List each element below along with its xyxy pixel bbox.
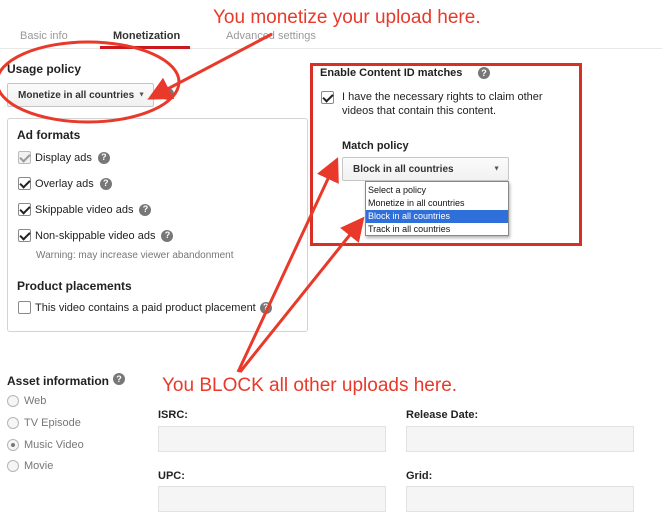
tab-advanced-settings[interactable]: Advanced settings — [226, 30, 316, 42]
usage-policy-value: Monetize in all countries — [18, 89, 135, 101]
isrc-input[interactable] — [158, 426, 386, 452]
isrc-label: ISRC: — [158, 409, 188, 421]
asset-type-tv-episode[interactable]: TV Episode — [7, 417, 81, 429]
overlay-ads-label: Overlay ads — [35, 177, 94, 190]
asset-information-title: Asset information — [7, 374, 110, 388]
asset-type-movie-label: Movie — [24, 460, 54, 472]
question-mark-icon[interactable]: ? — [478, 67, 490, 79]
middle-annotation-text: You BLOCK all other uploads here. — [162, 375, 458, 396]
option-track-all[interactable]: Track in all countries — [366, 223, 508, 236]
active-tab-indicator — [100, 46, 190, 49]
overlay-ads-checkbox[interactable] — [18, 177, 31, 190]
content-id-rights-text: I have the necessary rights to claim oth… — [342, 91, 543, 117]
top-annotation-arrow — [147, 32, 273, 100]
chevron-down-icon: ▼ — [138, 91, 145, 99]
usage-policy-title: Usage policy — [7, 62, 82, 76]
question-mark-icon[interactable]: ? — [97, 151, 110, 164]
ad-formats-title: Ad formats — [17, 128, 81, 142]
content-id-title: Enable Content ID matches — [320, 67, 463, 79]
product-placement-row: This video contains a paid product place… — [18, 301, 272, 314]
asset-type-movie-radio[interactable] — [7, 460, 19, 472]
non-skippable-ads-row: Non-skippable video ads ? — [18, 229, 174, 242]
match-policy-title: Match policy — [342, 140, 409, 152]
option-monetize-all[interactable]: Monetize in all countries — [366, 197, 508, 210]
display-ads-row: Display ads ? — [18, 151, 110, 164]
chevron-down-icon: ▼ — [493, 165, 500, 173]
skippable-ads-label: Skippable video ads — [35, 203, 134, 216]
usage-policy-select[interactable]: Monetize in all countries ▼ — [7, 83, 154, 107]
asset-type-web[interactable]: Web — [7, 395, 46, 407]
skippable-ads-checkbox[interactable] — [18, 203, 31, 216]
asset-type-web-radio[interactable] — [7, 395, 19, 407]
product-placements-title: Product placements — [17, 279, 132, 293]
asset-type-tv-episode-radio[interactable] — [7, 417, 19, 429]
upc-input[interactable] — [158, 486, 386, 512]
release-date-label: Release Date: — [406, 409, 479, 421]
question-mark-icon[interactable]: ? — [259, 301, 272, 314]
abandonment-warning: Warning: may increase viewer abandonment — [36, 250, 234, 261]
match-policy-dropdown: Select a policy Monetize in all countrie… — [365, 181, 509, 236]
grid-input[interactable] — [406, 486, 634, 512]
question-mark-icon[interactable]: ? — [113, 373, 125, 385]
upc-label: UPC: — [158, 470, 185, 482]
match-policy-value: Block in all countries — [353, 163, 454, 175]
non-skippable-ads-label: Non-skippable video ads — [35, 229, 156, 242]
question-mark-icon[interactable]: ? — [162, 88, 174, 100]
display-ads-label: Display ads — [35, 151, 92, 164]
skippable-ads-row: Skippable video ads ? — [18, 203, 152, 216]
asset-type-music-video-radio[interactable] — [7, 439, 19, 451]
product-placement-checkbox[interactable] — [18, 301, 31, 314]
asset-type-music-video[interactable]: Music Video — [7, 439, 84, 451]
display-ads-checkbox[interactable] — [18, 151, 31, 164]
option-select-policy[interactable]: Select a policy — [366, 184, 508, 197]
overlay-ads-row: Overlay ads ? — [18, 177, 112, 190]
asset-type-web-label: Web — [24, 395, 47, 407]
product-placement-label: This video contains a paid product place… — [35, 301, 256, 314]
question-mark-icon[interactable]: ? — [99, 177, 112, 190]
option-block-all[interactable]: Block in all countries — [366, 210, 508, 223]
release-date-input[interactable] — [406, 426, 634, 452]
asset-type-movie[interactable]: Movie — [7, 460, 53, 472]
match-policy-select[interactable]: Block in all countries ▼ — [342, 157, 509, 181]
question-mark-icon[interactable]: ? — [161, 229, 174, 242]
grid-label: Grid: — [406, 470, 433, 482]
asset-type-tv-episode-label: TV Episode — [24, 417, 81, 429]
asset-type-music-video-label: Music Video — [24, 439, 84, 451]
tab-monetization[interactable]: Monetization — [113, 30, 180, 42]
non-skippable-ads-checkbox[interactable] — [18, 229, 31, 242]
top-annotation-text: You monetize your upload here. — [213, 7, 481, 28]
usage-policy-highlight-ellipse — [0, 40, 181, 124]
content-id-rights-checkbox[interactable] — [321, 91, 334, 104]
tab-basic-info[interactable]: Basic info — [20, 30, 68, 42]
question-mark-icon[interactable]: ? — [139, 203, 152, 216]
